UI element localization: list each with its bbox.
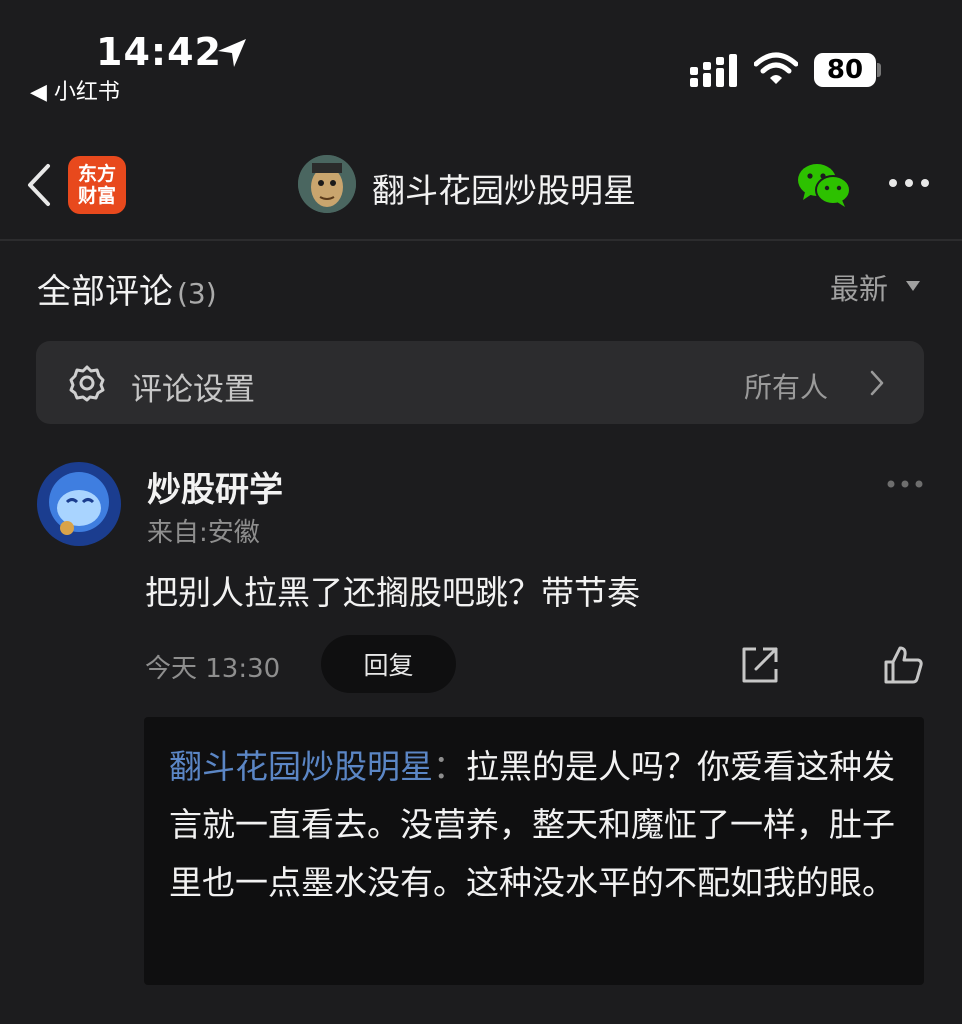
comment-timestamp: 今天 13:30	[145, 654, 281, 684]
app-logo[interactable]: 东方 财富	[68, 156, 126, 214]
profile-avatar[interactable]	[298, 155, 356, 213]
comment-more-icon[interactable]	[886, 478, 924, 490]
comment-settings-value: 所有人	[744, 371, 829, 404]
cartoon-face-icon	[298, 155, 356, 213]
wifi-icon	[754, 52, 798, 84]
commenter-name[interactable]: 炒股研学	[147, 462, 283, 511]
sort-dropdown-label[interactable]: 最新	[830, 266, 888, 308]
status-time: 14:42	[96, 30, 222, 74]
location-arrow-icon	[218, 39, 246, 67]
nav-divider	[0, 239, 962, 241]
share-icon[interactable]	[740, 645, 780, 685]
reply-content: 翻斗花园炒股明星：拉黑的是人吗？你爱看这种发言就一直看去。没营养，整天和魔怔了一…	[169, 738, 909, 912]
comment-settings-label: 评论设置	[131, 372, 255, 408]
reply-author[interactable]: 翻斗花园炒股明星	[169, 747, 433, 786]
commenter-avatar[interactable]	[37, 462, 121, 546]
chevron-right-icon	[870, 370, 884, 396]
cartoon-avatar-icon	[37, 462, 121, 546]
thumbs-up-icon[interactable]	[882, 644, 924, 686]
page-title: 翻斗花园炒股明星	[372, 171, 636, 210]
battery-tip	[877, 63, 881, 77]
gear-icon	[69, 365, 105, 402]
reply-separator: ：	[433, 747, 466, 786]
comments-count: (3)	[177, 277, 217, 310]
reply-button[interactable]: 回复	[321, 635, 456, 693]
caret-down-icon[interactable]	[905, 280, 921, 292]
commenter-location: 来自:安徽	[147, 518, 260, 548]
back-to-app-link[interactable]: ◀ 小红书	[30, 74, 120, 106]
back-chevron-icon[interactable]	[24, 162, 52, 208]
comments-title: 全部评论	[37, 272, 173, 312]
battery-indicator: 80	[814, 53, 876, 87]
logo-text-line1: 东方	[77, 163, 116, 185]
more-options-icon[interactable]	[888, 176, 930, 190]
wechat-share-icon[interactable]	[797, 162, 851, 208]
cellular-signal-icon	[690, 54, 737, 87]
comment-text: 把别人拉黑了还搁股吧跳？带节奏	[145, 573, 640, 612]
logo-text-line2: 财富	[77, 185, 116, 207]
comments-header: 全部评论 (3)	[37, 264, 217, 313]
